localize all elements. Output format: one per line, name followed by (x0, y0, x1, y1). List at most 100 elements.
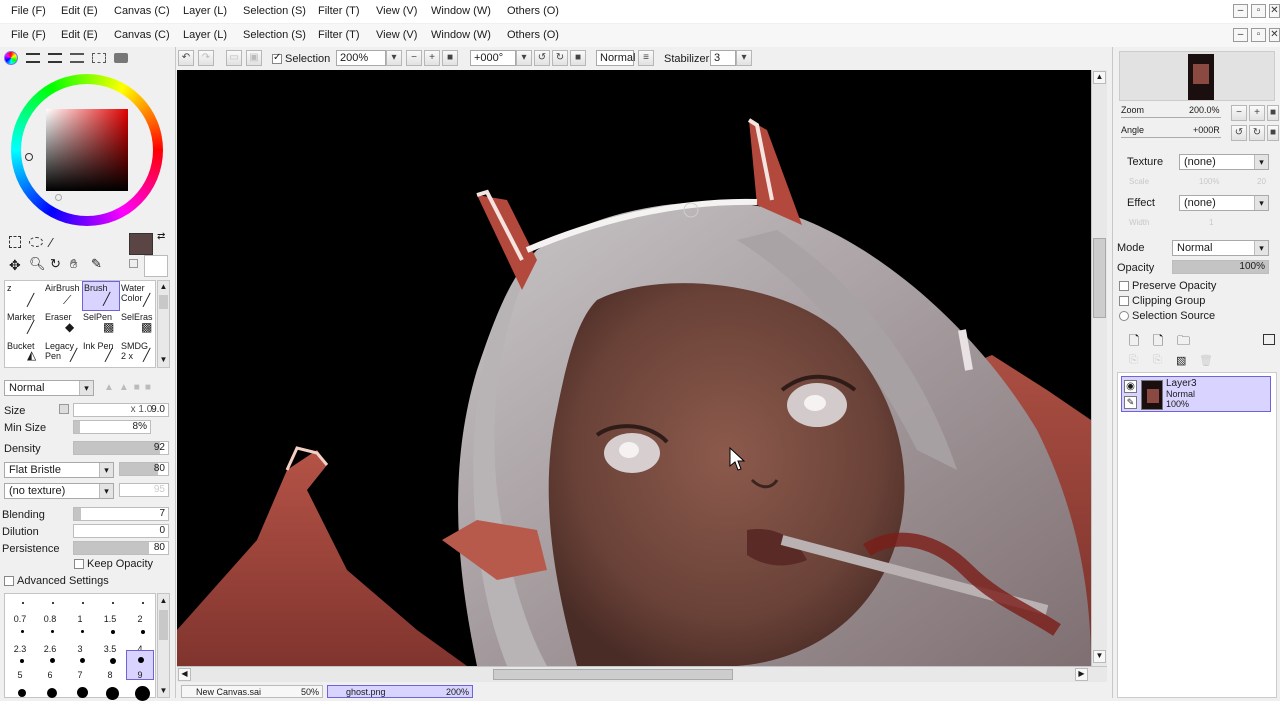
rotate-reset-icon[interactable]: ■ (570, 50, 586, 66)
scroll-thumb[interactable] (159, 610, 168, 640)
brush-blend-mode-select[interactable]: Normal (4, 380, 94, 396)
navigator-preview[interactable] (1119, 51, 1275, 101)
rotation-field[interactable]: +000° (470, 50, 516, 66)
density-slider[interactable]: 92 (73, 441, 169, 455)
menu-others[interactable]: Others (O) (507, 5, 559, 17)
menu-canvas[interactable]: Canvas (C) (114, 5, 170, 17)
brush-size-preset[interactable]: 8 (98, 670, 122, 680)
swap-colors-icon[interactable]: ⇄ (157, 231, 165, 242)
menu-filter[interactable]: Filter (T) (318, 29, 360, 41)
flip-icon[interactable]: ≡ (638, 50, 654, 66)
brush-shape-select[interactable]: Flat Bristle (4, 462, 114, 478)
menu-others[interactable]: Others (O) (507, 29, 559, 41)
scroll-thumb[interactable] (159, 295, 168, 309)
merge-down-icon[interactable]: ⎘ (1153, 354, 1162, 367)
scroll-up-icon[interactable]: ▲ (159, 282, 168, 292)
transfer-down-icon[interactable]: ⎘ (1129, 354, 1138, 367)
scroll-thumb[interactable] (1093, 238, 1106, 318)
selection-checkbox[interactable]: ✓ (272, 52, 282, 64)
brush-size-preset[interactable]: 2 (128, 614, 152, 624)
rotate-left-icon[interactable]: ↺ (534, 50, 550, 66)
doc-minimize-button[interactable]: – (1233, 28, 1248, 42)
sv-picker-marker[interactable] (55, 194, 62, 201)
tool-selpen[interactable]: SelPen ▩ (83, 312, 119, 340)
brush-size-preset[interactable]: 0.7 (8, 614, 32, 624)
canvas-horizontal-scrollbar[interactable]: ◀ ▶ (177, 666, 1107, 682)
invert-selection-icon[interactable]: ▣ (246, 50, 262, 66)
stabilizer-dropdown-icon[interactable]: ▾ (736, 50, 752, 66)
menu-filter[interactable]: Filter (T) (318, 5, 360, 17)
brush-size-preset[interactable]: 2.6 (38, 644, 62, 654)
min-size-slider[interactable]: 8% (73, 420, 151, 434)
new-linework-layer-icon[interactable]: 🗋︎ (1153, 332, 1163, 354)
selection-source-radio[interactable] (1119, 311, 1129, 321)
menu-file[interactable]: File (F) (11, 29, 46, 41)
tool-eraser[interactable]: Eraser ◆ (45, 312, 81, 340)
doc-close-button[interactable]: ✕ (1269, 28, 1280, 42)
zoom-dropdown-icon[interactable]: ▾ (386, 50, 402, 66)
keep-opacity-checkbox[interactable] (74, 559, 84, 569)
undo-icon[interactable]: ↶ (178, 50, 194, 66)
nav-rotate-left-icon[interactable]: ↺ (1231, 125, 1247, 141)
menu-view[interactable]: View (V) (376, 29, 417, 41)
stabilizer-field[interactable]: 3 (710, 50, 736, 66)
brush-size-preset[interactable]: 1 (68, 614, 92, 624)
new-folder-icon[interactable]: 🗀︎ (1177, 332, 1190, 354)
eyedropper-icon[interactable]: ✎ (91, 256, 102, 272)
menu-window[interactable]: Window (W) (431, 5, 491, 17)
size-slider[interactable]: x 1.0 9.0 (73, 403, 169, 417)
tool-bucket[interactable]: Bucket ◭ (7, 341, 43, 369)
scroll-right-icon[interactable]: ▶ (1075, 668, 1088, 681)
menu-edit[interactable]: Edit (E) (61, 29, 98, 41)
zoom-field[interactable]: 200% (336, 50, 386, 66)
brush-shape-icons[interactable]: ▲▲■■ (104, 382, 156, 393)
redo-icon[interactable]: ↷ (198, 50, 214, 66)
layer-mask-icon[interactable] (1263, 334, 1275, 345)
brush-size-preset[interactable]: 2.3 (8, 644, 32, 654)
layer-opacity-slider[interactable]: 100% (1172, 260, 1269, 274)
swatches-tab-icon[interactable] (92, 53, 106, 63)
rotate-tool-icon[interactable]: ↻ (50, 256, 61, 272)
close-button[interactable]: ✕ (1269, 4, 1280, 18)
rotation-dropdown-icon[interactable]: ▾ (516, 50, 532, 66)
tool-smdg[interactable]: SMDG 2 x ╱ (121, 341, 155, 369)
tab-new-canvas[interactable]: New Canvas.sai 50% (181, 685, 323, 698)
nav-zoom-slider[interactable] (1121, 117, 1221, 118)
effect-select[interactable]: (none) (1179, 195, 1269, 211)
menu-canvas[interactable]: Canvas (C) (114, 29, 170, 41)
tool-legacy-pen[interactable]: Legacy Pen ╱ (45, 341, 77, 369)
tool-watercolor[interactable]: Water Color ╱ (121, 283, 155, 311)
blending-slider[interactable]: 7 (73, 507, 169, 521)
saturation-value-square[interactable] (46, 109, 128, 191)
zoom-reset-icon[interactable]: ■ (442, 50, 458, 66)
menu-file[interactable]: File (F) (11, 5, 46, 17)
advanced-settings-checkbox[interactable] (4, 576, 14, 586)
doc-restore-button[interactable]: ▫ (1251, 28, 1266, 42)
brush-shape-strength[interactable]: 80 (119, 462, 169, 476)
dilution-slider[interactable]: 0 (73, 524, 169, 538)
persistence-slider[interactable]: 80 (73, 541, 169, 555)
nav-zoom-out-icon[interactable]: − (1231, 105, 1247, 121)
brush-size-preset[interactable]: 1.5 (98, 614, 122, 624)
brush-size-scrollbar[interactable]: ▲ ▼ (157, 593, 170, 698)
tab-ghost-png[interactable]: ghost.png 200% (327, 685, 473, 698)
pencil-icon[interactable]: ✎ (1124, 396, 1137, 409)
scroll-down-icon[interactable]: ▼ (1093, 650, 1106, 663)
brush-texture-strength[interactable]: 95 (119, 483, 169, 497)
canvas-vertical-scrollbar[interactable]: ▲ ▼ (1091, 70, 1107, 666)
tool-airbrush[interactable]: AirBrush ⟋ (45, 283, 81, 311)
scroll-down-icon[interactable]: ▼ (159, 355, 168, 365)
tool-seleras[interactable]: SelEras ▩ (121, 312, 155, 340)
minimize-button[interactable]: – (1233, 4, 1248, 18)
brush-size-preset[interactable]: 9 (128, 670, 152, 680)
scroll-up-icon[interactable]: ▲ (159, 596, 168, 605)
tool-ink-pen[interactable]: Ink Pen ╱ (83, 341, 119, 369)
nav-rotate-reset-icon[interactable]: ■ (1267, 125, 1279, 141)
tool-brush[interactable]: Brush ╱ (82, 281, 120, 311)
nav-zoom-reset-icon[interactable]: ■ (1267, 105, 1279, 121)
clear-layer-icon[interactable]: ▧ (1176, 354, 1186, 367)
maximize-button[interactable]: ▫ (1251, 4, 1266, 18)
menu-selection[interactable]: Selection (S) (243, 5, 306, 17)
zoom-tool-icon[interactable]: 🔍︎ (29, 256, 46, 272)
mixer-tab-icon[interactable] (70, 53, 84, 63)
